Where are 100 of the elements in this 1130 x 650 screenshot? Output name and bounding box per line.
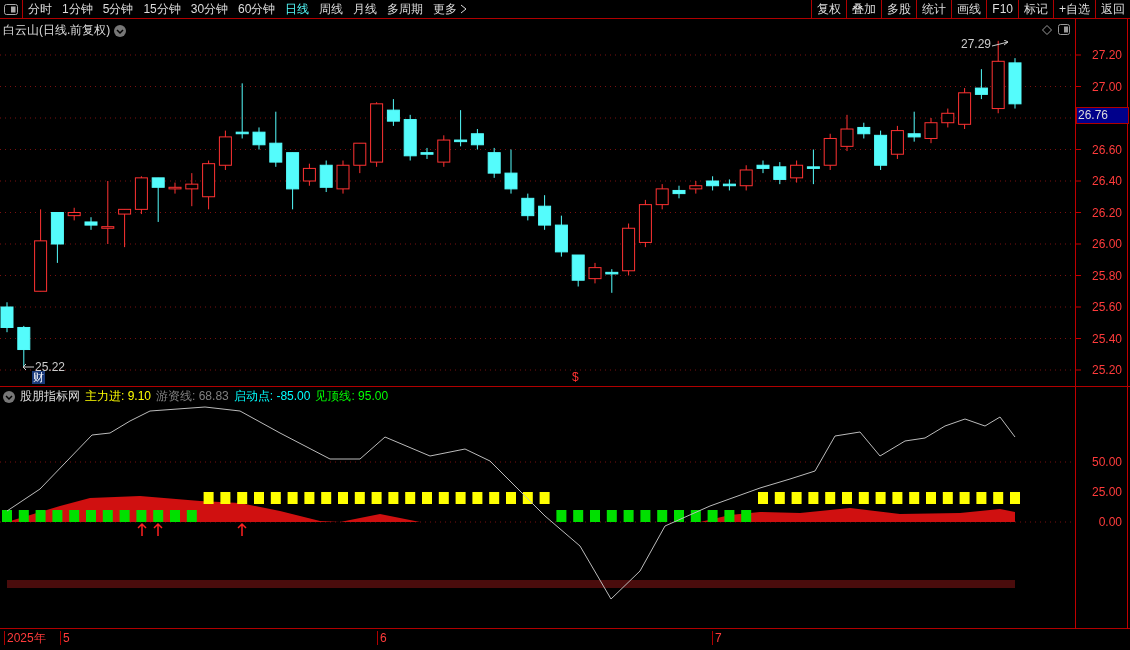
candlestick [101, 180, 115, 245]
candlestick [907, 111, 921, 143]
sidebar-icon[interactable] [4, 3, 18, 15]
date-axis-label: 5 [60, 631, 70, 645]
candlestick [773, 161, 787, 185]
arrow-icon [153, 522, 163, 537]
toolbar-button[interactable]: 叠加 [846, 0, 882, 18]
chevron-right-icon [460, 4, 468, 14]
date-axis-label: 6 [377, 631, 387, 645]
period-tab[interactable]: 15分钟 [138, 0, 186, 18]
sidebar-icon[interactable] [1058, 24, 1070, 35]
candlestick [185, 172, 199, 207]
period-tab[interactable]: 更多 [428, 0, 473, 18]
period-tab[interactable]: 30分钟 [185, 0, 234, 18]
date-axis-label: 2025年 [4, 631, 46, 645]
arrow-icon [992, 40, 1011, 48]
candlestick [605, 268, 619, 294]
candlestick [857, 122, 871, 139]
indicator-axis-label: 50.00 [1091, 454, 1122, 470]
candlestick [353, 142, 367, 174]
diamond-icon[interactable] [1042, 25, 1052, 35]
chevron-down-icon[interactable] [114, 24, 127, 37]
candlestick [806, 149, 820, 185]
arrow-icon [137, 522, 147, 537]
candlestick [672, 185, 686, 199]
candlestick [218, 130, 232, 171]
period-tab[interactable]: 多周期 [382, 0, 429, 18]
axis-tick [1074, 306, 1082, 308]
candlestick [17, 325, 31, 368]
chevron-down-icon[interactable] [3, 390, 15, 403]
candlestick [739, 164, 753, 191]
candlestick [924, 117, 938, 144]
price-axis-label: 26.40 [1091, 173, 1122, 189]
candlestick [252, 126, 266, 150]
candlestick [706, 175, 720, 191]
axis-tick [1074, 86, 1082, 87]
indicator-axis-label: 0.00 [1098, 514, 1122, 530]
candlestick [504, 149, 518, 195]
period-tab[interactable]: 5分钟 [97, 0, 139, 18]
chart-title: 白云山(日线.前复权) [3, 22, 111, 39]
period-tab[interactable]: 月线 [348, 0, 383, 18]
candlestick [437, 134, 451, 168]
candlestick [554, 215, 568, 258]
candlestick [454, 109, 468, 147]
axis-tick [1074, 275, 1082, 276]
candlestick [538, 194, 552, 231]
axis-tick [1074, 212, 1082, 213]
candlestick [756, 160, 770, 174]
candlestick [790, 160, 804, 184]
axis-tick [1074, 243, 1082, 245]
toolbar-button[interactable]: 画线 [951, 0, 987, 18]
candlestick [487, 147, 501, 179]
period-tab[interactable]: 60分钟 [233, 0, 281, 18]
toolbar-button[interactable]: 标记 [1018, 0, 1053, 18]
candlestick [286, 152, 300, 210]
price-axis-label: 25.60 [1091, 299, 1122, 315]
toolbar-button[interactable]: F10 [986, 0, 1018, 18]
candlestick [50, 212, 64, 264]
indicator-value: 见顶线: 95.00 [315, 388, 389, 405]
candlestick [638, 199, 652, 248]
period-tab[interactable]: 周线 [314, 0, 349, 18]
candlestick [655, 183, 669, 210]
axis-tick [1074, 180, 1082, 182]
candlestick [302, 163, 316, 187]
date-axis-label: 7 [712, 631, 722, 645]
price-axis-label: 26.00 [1091, 236, 1122, 252]
toolbar-button[interactable]: 多股 [881, 0, 917, 18]
candlestick [0, 301, 14, 333]
candlestick [319, 160, 333, 193]
axis-tick [1074, 338, 1082, 339]
indicator-name: 股朋指标网 [20, 388, 80, 405]
toolbar-button[interactable]: +自选 [1053, 0, 1095, 18]
news-badge[interactable]: 财 [32, 371, 45, 384]
candlestick [202, 160, 216, 210]
period-tab[interactable]: 分时 [23, 0, 57, 18]
candlestick [386, 98, 400, 127]
axis-tick [1074, 54, 1082, 56]
candlestick [134, 175, 148, 215]
period-tab[interactable]: 1分钟 [57, 0, 98, 18]
toolbar-button[interactable]: 返回 [1095, 0, 1130, 18]
candlestick [403, 114, 417, 161]
candlestick [370, 101, 384, 168]
axis-tick [1074, 149, 1082, 150]
candlestick [521, 193, 535, 221]
candlestick [336, 160, 350, 195]
candlestick [235, 82, 249, 139]
candlestick [118, 208, 132, 248]
toolbar-button[interactable]: 统计 [916, 0, 952, 18]
arrow-icon [237, 522, 247, 537]
indicator-value: 启动点: -85.00 [233, 388, 311, 405]
candlestick [622, 223, 636, 276]
signal-marker: $ [572, 370, 579, 384]
indicator-value: 主力进: 9.10 [85, 388, 152, 405]
toolbar-button[interactable]: 复权 [811, 0, 847, 18]
candlestick [941, 108, 955, 128]
indicator-value: 游资线: 68.83 [156, 388, 229, 405]
candlestick [470, 128, 484, 150]
period-tab[interactable]: 日线 [280, 0, 315, 18]
price-axis-label: 25.40 [1091, 330, 1122, 347]
candlestick [588, 262, 602, 284]
